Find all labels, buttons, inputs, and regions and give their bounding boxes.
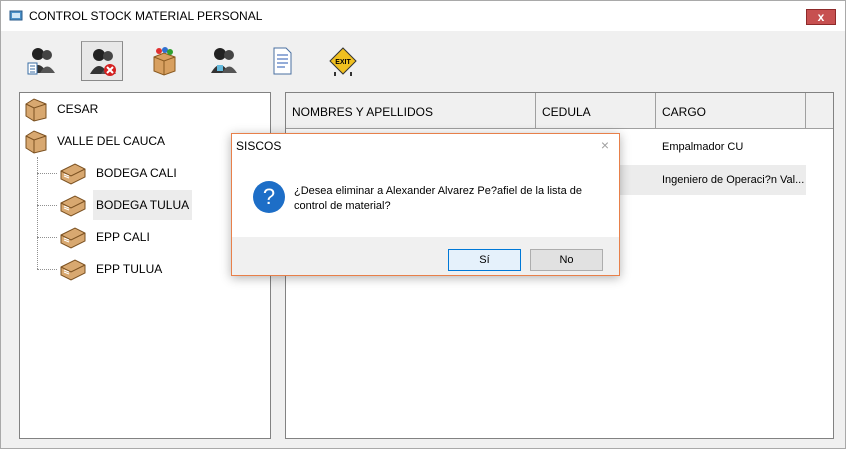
document-button[interactable] [261, 41, 303, 81]
document-icon [273, 47, 292, 75]
tree-item-epp-cali[interactable]: EPP CALI [93, 225, 153, 249]
title-bar: CONTROL STOCK MATERIAL PERSONAL x [1, 1, 845, 31]
exit-sign-icon: EXIT [329, 47, 357, 76]
people-list-icon [27, 48, 55, 75]
dialog-message-line2: control de material? [294, 200, 391, 212]
users-list-button[interactable] [21, 41, 63, 81]
table-row-cargo[interactable]: Empalmador CU [656, 137, 812, 157]
dialog-message: ¿Desea eliminar a Alexander Alvarez Pe?a… [294, 184, 604, 214]
table-row-cargo[interactable]: Ingeniero de Operaci?n Val... [656, 170, 810, 190]
people-delete-icon [90, 49, 116, 76]
storage-box-icon [60, 259, 86, 281]
delete-user-button[interactable] [81, 41, 123, 81]
dialog-close-icon[interactable]: × [601, 137, 609, 153]
warehouse-icon [25, 130, 47, 154]
tree-item-valle-del-cauca[interactable]: VALLE DEL CAUCA [54, 129, 168, 153]
question-icon: ? [253, 181, 285, 213]
people-icon [211, 48, 237, 73]
window-title: CONTROL STOCK MATERIAL PERSONAL [29, 9, 263, 23]
close-icon: x [817, 10, 825, 24]
tree-item-epp-tulua[interactable]: EPP TULUA [93, 257, 165, 281]
materials-button[interactable] [143, 41, 185, 81]
storage-box-icon [60, 227, 86, 249]
window-close-button[interactable]: x [806, 9, 836, 25]
dialog-title: SISCOS [236, 139, 282, 153]
column-header-cedula[interactable]: CEDULA [536, 93, 656, 129]
storage-box-icon [60, 195, 86, 217]
people-button[interactable] [203, 41, 245, 81]
dialog-message-line1: ¿Desea eliminar a Alexander Alvarez Pe?a… [294, 185, 582, 197]
no-button[interactable]: No [530, 249, 603, 271]
column-header-nombres[interactable]: NOMBRES Y APELLIDOS [286, 93, 536, 129]
yes-button[interactable]: Sí [448, 249, 521, 271]
storage-box-icon [60, 163, 86, 185]
exit-button[interactable]: EXIT [322, 41, 364, 81]
tree-item-bodega-cali[interactable]: BODEGA CALI [93, 161, 180, 185]
warehouse-icon [25, 98, 47, 122]
dialog-footer: Sí No [232, 237, 619, 275]
exit-sign-label: EXIT [335, 59, 351, 66]
tree-item-cesar[interactable]: CESAR [54, 97, 101, 121]
column-header-cargo[interactable]: CARGO [656, 93, 806, 129]
tree-item-bodega-tulua[interactable]: BODEGA TULUA [93, 190, 193, 220]
column-header-filler [806, 93, 833, 129]
confirm-delete-dialog: SISCOS × ? ¿Desea eliminar a Alexander A… [231, 133, 620, 276]
box-icon [153, 47, 176, 76]
app-icon [9, 10, 23, 21]
